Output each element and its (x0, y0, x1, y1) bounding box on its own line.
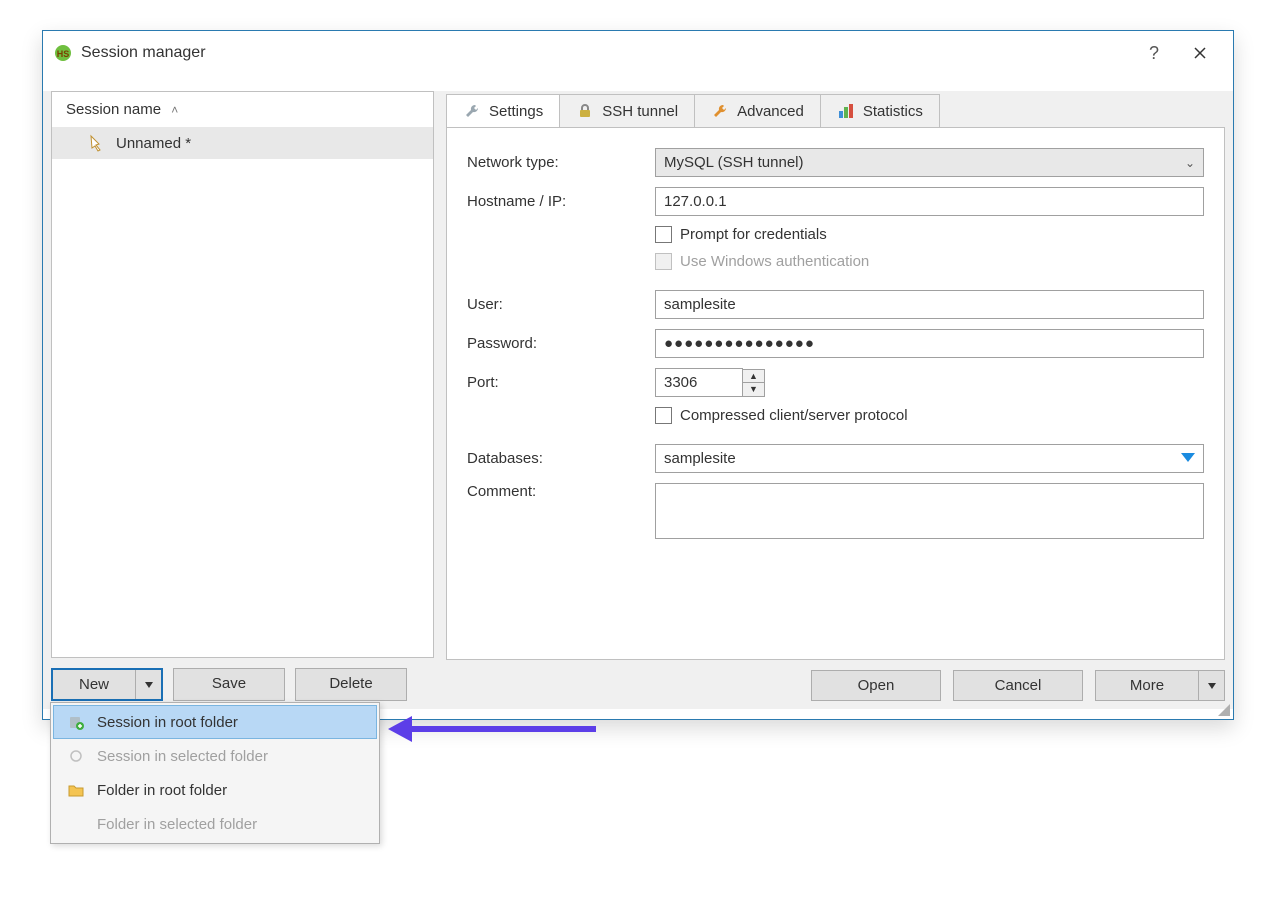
checkbox-icon (655, 226, 672, 243)
more-button-label: More (1096, 671, 1198, 700)
window-title: Session manager (81, 44, 206, 62)
menu-session-selected: Session in selected folder (53, 739, 377, 773)
annotation-arrow (388, 716, 598, 742)
session-disabled-icon (65, 747, 87, 765)
port-spinner[interactable]: ▲ ▼ (743, 369, 765, 397)
resize-grip-icon[interactable] (1215, 701, 1231, 717)
session-icon (88, 133, 108, 153)
tab-advanced[interactable]: Advanced (694, 94, 821, 127)
menu-folder-selected: Folder in selected folder (53, 807, 377, 841)
compressed-label: Compressed client/server protocol (680, 407, 908, 424)
tab-ssh-tunnel[interactable]: SSH tunnel (559, 94, 695, 127)
dropdown-triangle-icon (1181, 450, 1195, 467)
databases-select[interactable]: samplesite (655, 444, 1204, 473)
password-input[interactable]: ●●●●●●●●●●●●●●● (655, 329, 1204, 358)
checkbox-icon (655, 407, 672, 424)
left-column: Session name ˄ Unnamed * New Save (51, 91, 434, 701)
svg-text:HS: HS (57, 49, 70, 59)
password-label: Password: (467, 335, 655, 352)
tab-settings[interactable]: Settings (446, 94, 560, 127)
menu-session-root[interactable]: Session in root folder (53, 705, 377, 739)
hostname-label: Hostname / IP: (467, 193, 655, 210)
session-list-header[interactable]: Session name ˄ (52, 92, 433, 127)
menu-item-label: Session in root folder (97, 714, 238, 731)
user-label: User: (467, 296, 655, 313)
windows-auth-label: Use Windows authentication (680, 253, 869, 270)
menu-folder-root[interactable]: Folder in root folder (53, 773, 377, 807)
new-dropdown-menu: Session in root folder Session in select… (50, 702, 380, 844)
network-type-select[interactable]: MySQL (SSH tunnel) ⌄ (655, 148, 1204, 177)
windows-auth-checkbox: Use Windows authentication (655, 253, 869, 270)
app-icon: HS (53, 43, 73, 63)
user-input[interactable] (655, 290, 1204, 319)
dropdown-arrow-icon[interactable] (1198, 671, 1224, 700)
hostname-input[interactable] (655, 187, 1204, 216)
help-button[interactable]: ? (1131, 38, 1177, 68)
session-list: Session name ˄ Unnamed * (51, 91, 434, 658)
bottom-buttons: Open Cancel More (446, 670, 1225, 701)
menu-item-label: Session in selected folder (97, 748, 268, 765)
title-bar: HS Session manager ? (43, 31, 1233, 75)
session-manager-window: HS Session manager ? Session name ˄ Unna… (42, 30, 1234, 720)
port-input[interactable] (655, 368, 743, 397)
left-buttons: New Save Delete (51, 668, 434, 701)
checkbox-icon (655, 253, 672, 270)
chevron-down-icon: ⌄ (1185, 156, 1195, 170)
comment-textarea[interactable] (655, 483, 1204, 539)
folder-icon (65, 781, 87, 799)
tab-advanced-label: Advanced (737, 103, 804, 120)
cancel-button[interactable]: Cancel (953, 670, 1083, 701)
compressed-checkbox[interactable]: Compressed client/server protocol (655, 407, 908, 424)
prompt-credentials-label: Prompt for credentials (680, 226, 827, 243)
menu-item-label: Folder in root folder (97, 782, 227, 799)
session-item[interactable]: Unnamed * (52, 127, 433, 159)
session-new-icon (65, 713, 87, 731)
folder-disabled-icon (65, 815, 87, 833)
save-button[interactable]: Save (173, 668, 285, 701)
wrench-orange-icon (711, 102, 729, 120)
tab-settings-label: Settings (489, 103, 543, 120)
wrench-icon (463, 102, 481, 120)
delete-button[interactable]: Delete (295, 668, 407, 701)
spinner-up-icon[interactable]: ▲ (743, 370, 764, 383)
menu-item-label: Folder in selected folder (97, 816, 257, 833)
right-column: Settings SSH tunnel Advanced Statistics (446, 91, 1225, 701)
lock-icon (576, 102, 594, 120)
dropdown-arrow-icon[interactable] (135, 670, 161, 699)
comment-label: Comment: (467, 483, 655, 500)
databases-value: samplesite (664, 450, 736, 467)
open-button[interactable]: Open (811, 670, 941, 701)
settings-panel: Network type: MySQL (SSH tunnel) ⌄ Hostn… (446, 127, 1225, 660)
network-type-value: MySQL (SSH tunnel) (664, 154, 804, 171)
tab-statistics[interactable]: Statistics (820, 94, 940, 127)
session-item-label: Unnamed * (116, 135, 191, 152)
new-button-label: New (53, 670, 135, 699)
network-type-label: Network type: (467, 154, 655, 171)
new-button[interactable]: New (51, 668, 163, 701)
sort-ascending-icon: ˄ (171, 103, 178, 117)
databases-label: Databases: (467, 450, 655, 467)
tabs: Settings SSH tunnel Advanced Statistics (446, 91, 1225, 127)
chart-icon (837, 102, 855, 120)
port-label: Port: (467, 374, 655, 391)
session-list-header-label: Session name (66, 101, 161, 118)
tab-statistics-label: Statistics (863, 103, 923, 120)
prompt-credentials-checkbox[interactable]: Prompt for credentials (655, 226, 827, 243)
tab-ssh-tunnel-label: SSH tunnel (602, 103, 678, 120)
spinner-down-icon[interactable]: ▼ (743, 383, 764, 396)
body-area: Session name ˄ Unnamed * New Save (43, 91, 1233, 709)
close-button[interactable] (1177, 38, 1223, 68)
more-button[interactable]: More (1095, 670, 1225, 701)
